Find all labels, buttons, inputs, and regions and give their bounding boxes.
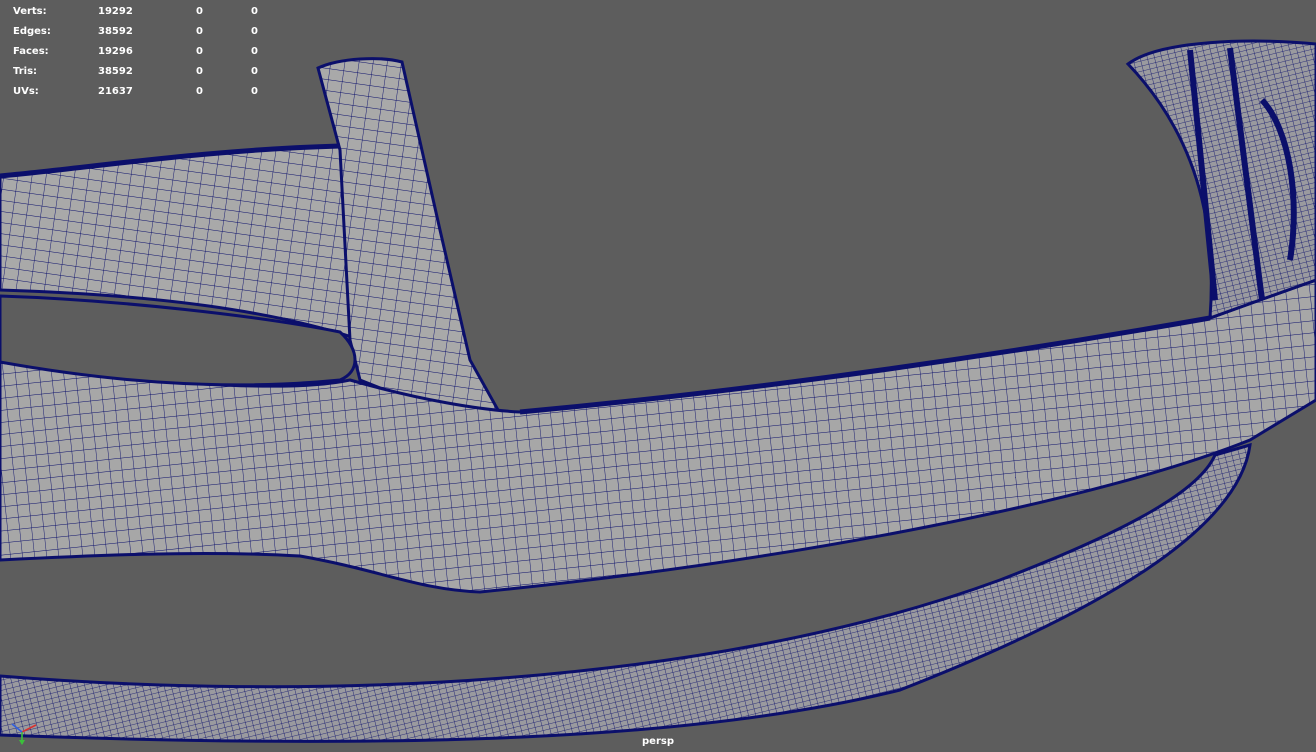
hud-total: 38592: [98, 66, 133, 77]
hud-row-faces: Faces: 19296 0 0: [13, 42, 273, 62]
hud-label: Edges:: [13, 26, 51, 37]
camera-name-label: persp: [642, 736, 674, 747]
hud-row-uvs: UVs: 21637 0 0: [13, 82, 273, 102]
hud-total: 21637: [98, 86, 133, 97]
hud-row-tris: Tris: 38592 0 0: [13, 62, 273, 82]
hud-component: 0: [251, 46, 258, 57]
hud-selected: 0: [196, 6, 203, 17]
hud-selected: 0: [196, 46, 203, 57]
hud-label: Verts:: [13, 6, 47, 17]
right-intake: [1125, 39, 1316, 321]
axis-z-line: [11, 723, 23, 733]
bumper-mesh-render[interactable]: [0, 0, 1316, 752]
axis-x-line: [21, 724, 37, 733]
hud-row-edges: Edges: 38592 0 0: [13, 22, 273, 42]
hud-label: Tris:: [13, 66, 38, 77]
hud-component: 0: [251, 86, 258, 97]
poly-count-hud: Verts: 19292 0 0 Edges: 38592 0 0 Faces:…: [13, 2, 273, 102]
hud-component: 0: [251, 66, 258, 77]
hud-total: 38592: [98, 26, 133, 37]
hud-selected: 0: [196, 66, 203, 77]
hud-label: Faces:: [13, 46, 49, 57]
hud-label: UVs:: [13, 86, 39, 97]
hud-total: 19292: [98, 6, 133, 17]
3d-viewport[interactable]: Verts: 19292 0 0 Edges: 38592 0 0 Faces:…: [0, 0, 1316, 752]
hud-component: 0: [251, 6, 258, 17]
hud-selected: 0: [196, 86, 203, 97]
hud-total: 19296: [98, 46, 133, 57]
hud-row-verts: Verts: 19292 0 0: [13, 2, 273, 22]
hud-component: 0: [251, 26, 258, 37]
hud-selected: 0: [196, 26, 203, 37]
